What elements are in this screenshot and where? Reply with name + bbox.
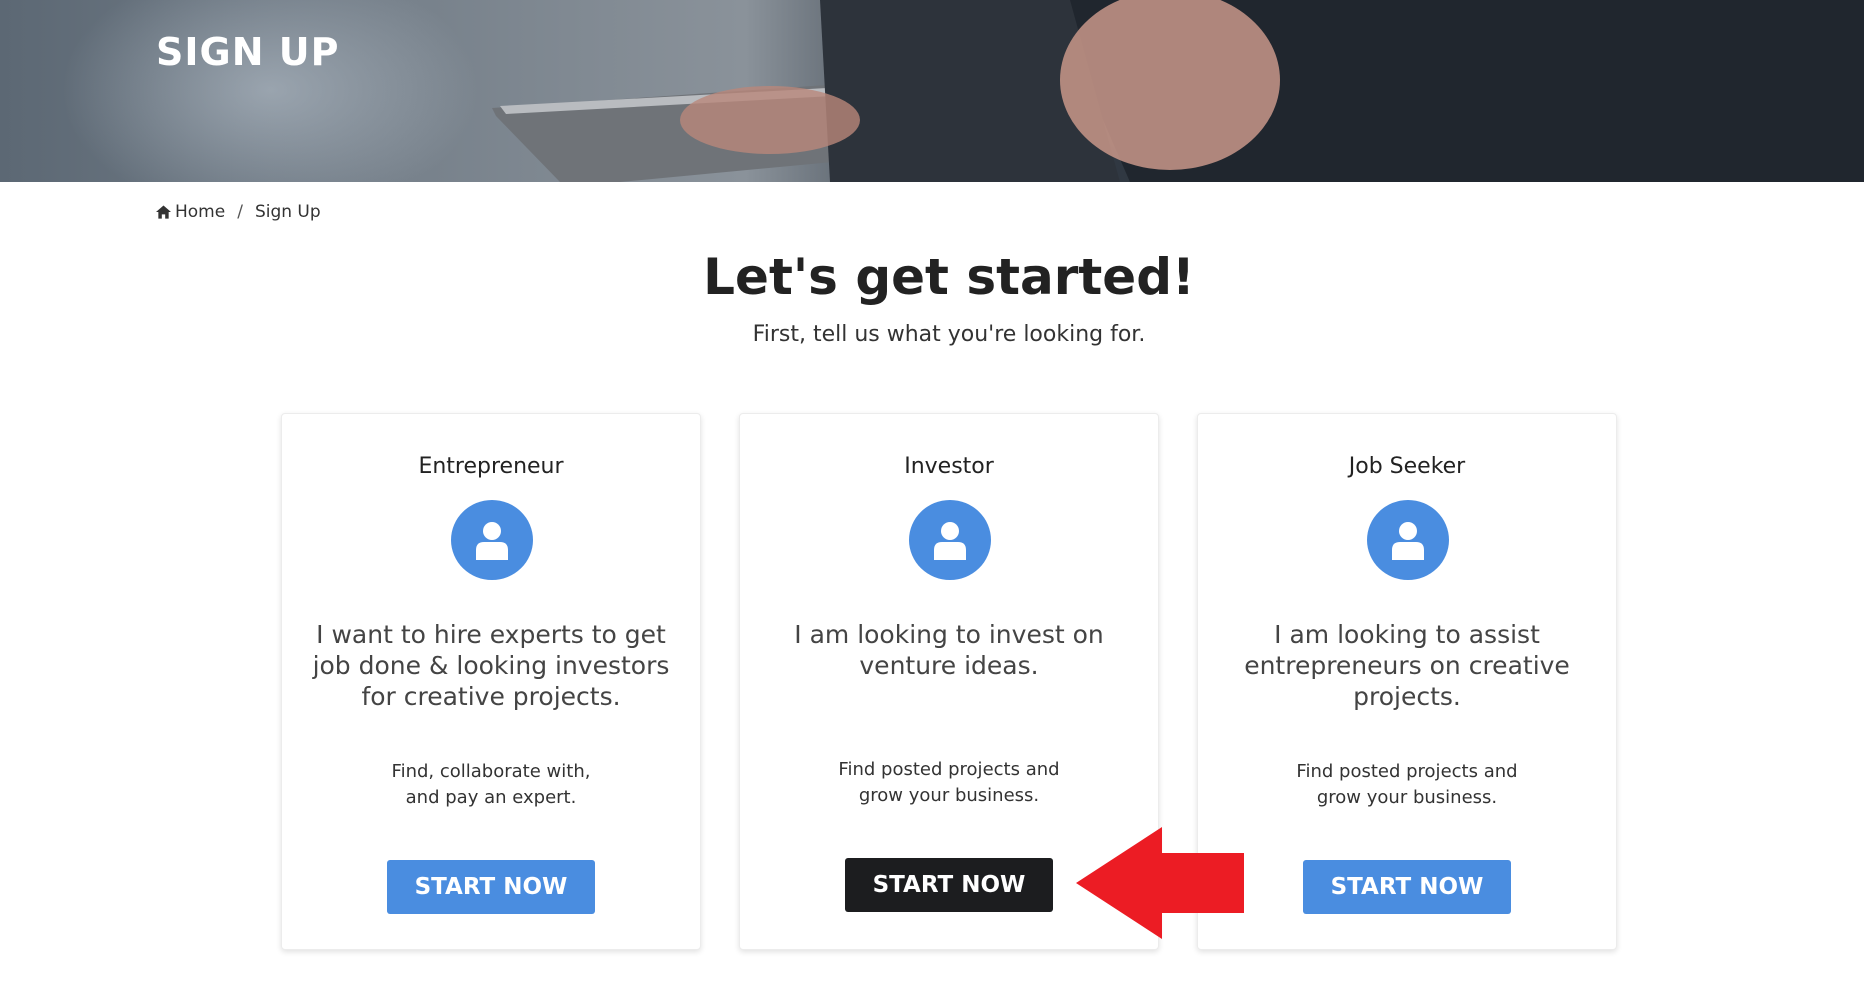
page-title: SIGN UP xyxy=(156,30,340,74)
card-description-line: I am looking to invest on xyxy=(794,620,1104,649)
card-subtext: Find posted projects and grow your busin… xyxy=(770,757,1128,809)
card-description: I am looking to invest on venture ideas. xyxy=(770,619,1128,681)
card-role-title: Job Seeker xyxy=(1348,454,1466,479)
card-subtext-line: grow your business. xyxy=(1316,787,1498,808)
card-job-seeker: Job Seeker I am looking to assist entrep… xyxy=(1197,413,1617,950)
card-description: I am looking to assist entrepreneurs on … xyxy=(1228,619,1586,712)
hero-tablet-illustration xyxy=(492,0,1864,182)
user-icon xyxy=(1367,500,1449,580)
home-icon xyxy=(156,205,171,219)
card-entrepreneur: Entrepreneur I want to hire experts to g… xyxy=(281,413,701,950)
card-subtext-line: Find posted projects and xyxy=(838,759,1060,780)
start-now-button-job-seeker[interactable]: START NOW xyxy=(1303,860,1511,914)
card-description-line: I am looking to assist xyxy=(1274,620,1540,649)
card-description-line: projects. xyxy=(1353,682,1461,711)
card-subtext-line: Find, collaborate with, xyxy=(391,761,591,782)
annotation-arrow-icon xyxy=(1076,827,1244,939)
breadcrumb-home-link[interactable]: Home xyxy=(156,202,225,222)
user-icon xyxy=(451,500,533,580)
card-description-line: for creative projects. xyxy=(361,682,621,711)
card-role-title: Entrepreneur xyxy=(418,454,564,479)
user-icon xyxy=(909,500,991,580)
card-subtext: Find, collaborate with, and pay an exper… xyxy=(312,759,670,811)
card-description-line: I want to hire experts to get xyxy=(316,620,666,649)
card-role-title: Investor xyxy=(904,454,994,479)
breadcrumb-separator: / xyxy=(237,202,243,222)
start-now-button-investor[interactable]: START NOW xyxy=(845,858,1053,912)
card-subtext-line: grow your business. xyxy=(858,785,1040,806)
card-subtext-line: Find posted projects and xyxy=(1296,761,1518,782)
card-description-line: venture ideas. xyxy=(859,651,1039,680)
breadcrumb-current: Sign Up xyxy=(254,202,321,222)
card-subtext-line: and pay an expert. xyxy=(405,787,577,808)
card-subtext: Find posted projects and grow your busin… xyxy=(1228,759,1586,811)
intro-heading: Let's get started! xyxy=(703,248,1195,306)
card-description: I want to hire experts to get job done &… xyxy=(312,619,670,712)
intro-subheading: First, tell us what you're looking for. xyxy=(752,322,1146,347)
card-description-line: entrepreneurs on creative xyxy=(1244,651,1570,680)
breadcrumb: Home / Sign Up xyxy=(156,202,321,222)
breadcrumb-home-label: Home xyxy=(175,202,226,222)
start-now-button-entrepreneur[interactable]: START NOW xyxy=(387,860,595,914)
hero-banner: SIGN UP xyxy=(0,0,1864,182)
card-description-line: job done & looking investors xyxy=(312,651,670,680)
